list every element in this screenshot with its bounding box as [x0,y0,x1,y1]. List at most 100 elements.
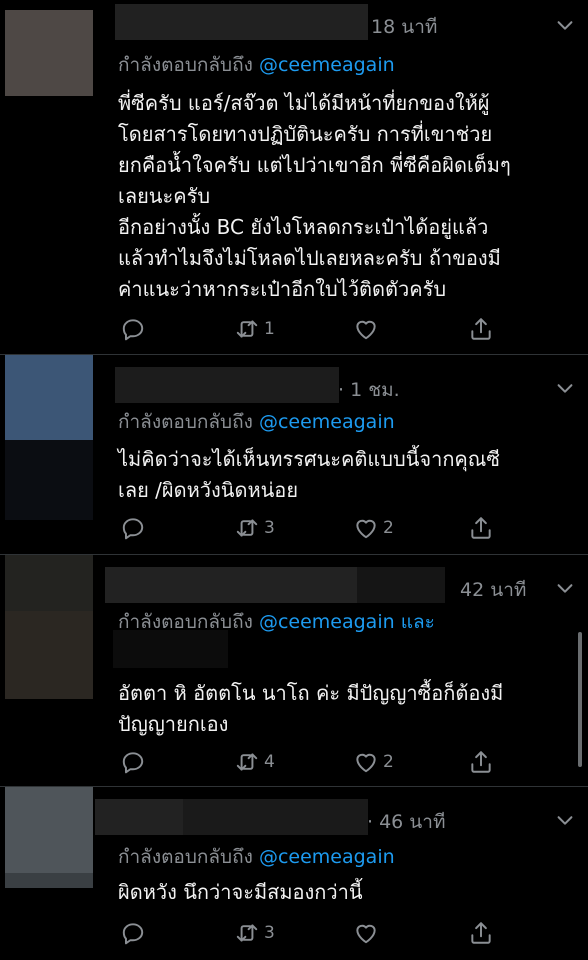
reply-icon [122,518,144,540]
avatar-image-lower [5,611,93,699]
tweet-text-line: โดยสารโดยทางปฏิบัตินะครับ การที่เขาช่วย [118,122,493,146]
reply-icon [122,923,144,945]
share-icon [471,517,491,539]
avatar-image[interactable] [5,787,93,873]
share-button[interactable] [468,918,494,948]
avatar-image[interactable] [5,555,93,611]
scrollbar-thumb[interactable] [578,632,582,767]
reply-context: กำลังตอบกลับถึง @ceemeagain [118,407,395,437]
reply-prefix: กำลังตอบกลับถึง [118,54,253,76]
retweet-count: 4 [264,752,275,772]
tweet-header: 42 นาที [105,567,578,605]
tweet-card[interactable]: 18 นาที กำลังตอบกลับถึง @ceemeagain พี่ซ… [0,0,588,355]
tweet-text-line: ผิดหวัง นึกว่าจะมีสมองกว่านี้ [118,880,363,904]
reply-context: กำลังตอบกลับถึง @ceemeagain [118,842,395,872]
like-icon [356,320,376,340]
chevron-down-icon[interactable] [554,14,576,36]
tweet-text: อัตตา หิ อัตตโน นาโถ ค่ะ มีปัญญาซื้อก็ต้… [118,678,568,740]
redacted-user-handle [357,567,445,603]
redacted-user-name[interactable] [115,4,368,40]
tweet-text: ผิดหวัง นึกว่าจะมีสมองกว่านี้ [118,877,568,908]
tweet-timestamp[interactable]: 18 นาที [371,12,437,42]
tweet-actions: 1 [118,314,508,344]
tweet-timestamp[interactable]: · 46 นาที [367,807,445,837]
reply-context: กำลังตอบกลับถึง @ceemeagain [118,50,395,80]
reply-prefix: กำลังตอบกลับถึง [118,846,253,868]
like-button[interactable] [353,314,383,344]
retweet-button[interactable]: 4 [234,747,275,777]
reply-handle-link[interactable]: @ceemeagain [259,54,395,76]
avatar-image[interactable] [5,355,93,440]
redacted-user-handle [183,799,368,835]
tweet-header: · 1 ชม. [115,367,578,403]
share-icon [471,922,491,944]
avatar-image-lower [5,873,93,888]
redacted-user-name[interactable] [95,799,183,835]
retweet-count: 1 [264,319,275,339]
retweet-icon [236,320,258,338]
like-button[interactable] [353,918,383,948]
tweet-timestamp[interactable]: · 1 ชม. [338,375,400,405]
chevron-down-icon[interactable] [554,377,576,399]
tweet-text: ไม่คิดว่าจะได้เห็นทรรศนะคติแบบนี้จากคุณซ… [118,444,568,506]
tweet-text-line: ยกคือน้ำใจครับ แต่ไปว่าเขาอีก พี่ซีคือผิ… [118,153,511,177]
like-icon [356,519,376,539]
reply-button[interactable] [120,314,150,344]
avatar-image-lower [5,440,93,520]
share-button[interactable] [468,513,494,543]
retweet-count: 3 [264,518,275,538]
redacted-user-name[interactable] [115,367,339,403]
like-icon [356,753,376,773]
redacted-user-name[interactable] [105,567,357,603]
retweet-button[interactable]: 3 [234,918,275,948]
tweet-actions: 3 2 [118,513,508,543]
redacted-mention-area [113,630,228,668]
tweet-text-line: อีกอย่างนั้ง BC ยังไงโหลดกระเป๋าได้อยู่แ… [118,215,489,239]
tweet-card[interactable]: · 46 นาที กำลังตอบกลับถึง @ceemeagain ผิ… [0,787,588,960]
like-button[interactable]: 2 [353,513,394,543]
like-count: 2 [383,518,394,538]
tweet-header: 18 นาที [115,4,578,40]
tweet-text-line: พี่ซีครับ แอร์/สจ๊วต ไม่ได้มีหน้าที่ยกขอ… [118,91,490,115]
tweet-text: พี่ซีครับ แอร์/สจ๊วต ไม่ได้มีหน้าที่ยกขอ… [118,88,568,305]
tweet-actions: 3 [118,918,508,948]
share-icon [471,751,491,773]
like-icon [356,924,376,944]
share-icon [471,318,491,340]
reply-prefix: กำลังตอบกลับถึง [118,411,253,433]
retweet-icon [236,519,258,537]
tweet-actions: 4 2 [118,747,508,777]
retweet-icon [236,924,258,942]
tweet-text-line: เลย /ผิดหวังนิดหน่อย [118,478,299,502]
reply-handle-link[interactable]: @ceemeagain [259,411,395,433]
reply-suffix[interactable]: และ [401,611,435,633]
chevron-down-icon[interactable] [554,577,576,599]
tweet-card[interactable]: · 1 ชม. กำลังตอบกลับถึง @ceemeagain ไม่ค… [0,355,588,555]
reply-handle-link[interactable]: @ceemeagain [259,846,395,868]
retweet-icon [236,753,258,771]
reply-button[interactable] [120,747,150,777]
like-button[interactable]: 2 [353,747,394,777]
retweet-button[interactable]: 1 [234,314,275,344]
chevron-down-icon[interactable] [554,809,576,831]
retweet-count: 3 [264,923,275,943]
tweet-text-line: เลยนะครับ [118,184,211,208]
tweet-timestamp[interactable]: 42 นาที [460,575,526,605]
reply-handle-link[interactable]: @ceemeagain [259,611,395,633]
tweet-text-line: ไม่คิดว่าจะได้เห็นทรรศนะคติแบบนี้จากคุณซ… [118,447,500,471]
reply-icon [122,752,144,774]
share-button[interactable] [468,747,494,777]
tweet-text-line: อัตตา หิ อัตตโน นาโถ ค่ะ มีปัญญาซื้อก็ต้… [118,681,504,705]
tweet-header: · 46 นาที [95,799,578,837]
retweet-button[interactable]: 3 [234,513,275,543]
reply-icon [122,319,144,341]
avatar-image[interactable] [5,10,93,96]
tweet-text-line: ปัญญายกเอง [118,712,229,736]
reply-button[interactable] [120,918,150,948]
like-count: 2 [383,752,394,772]
tweet-text-line: แล้วทำไมจึงไม่โหลดไปเลยหละครับ ถ้าของมี [118,246,501,270]
reply-button[interactable] [120,513,150,543]
tweet-text-line: ค่าแนะว่าหากระเป๋าอีกใบไว้ติดตัวครับ [118,277,447,301]
share-button[interactable] [468,314,494,344]
tweet-card[interactable]: 42 นาที กำลังตอบกลับถึง @ceemeagain และ … [0,555,588,787]
